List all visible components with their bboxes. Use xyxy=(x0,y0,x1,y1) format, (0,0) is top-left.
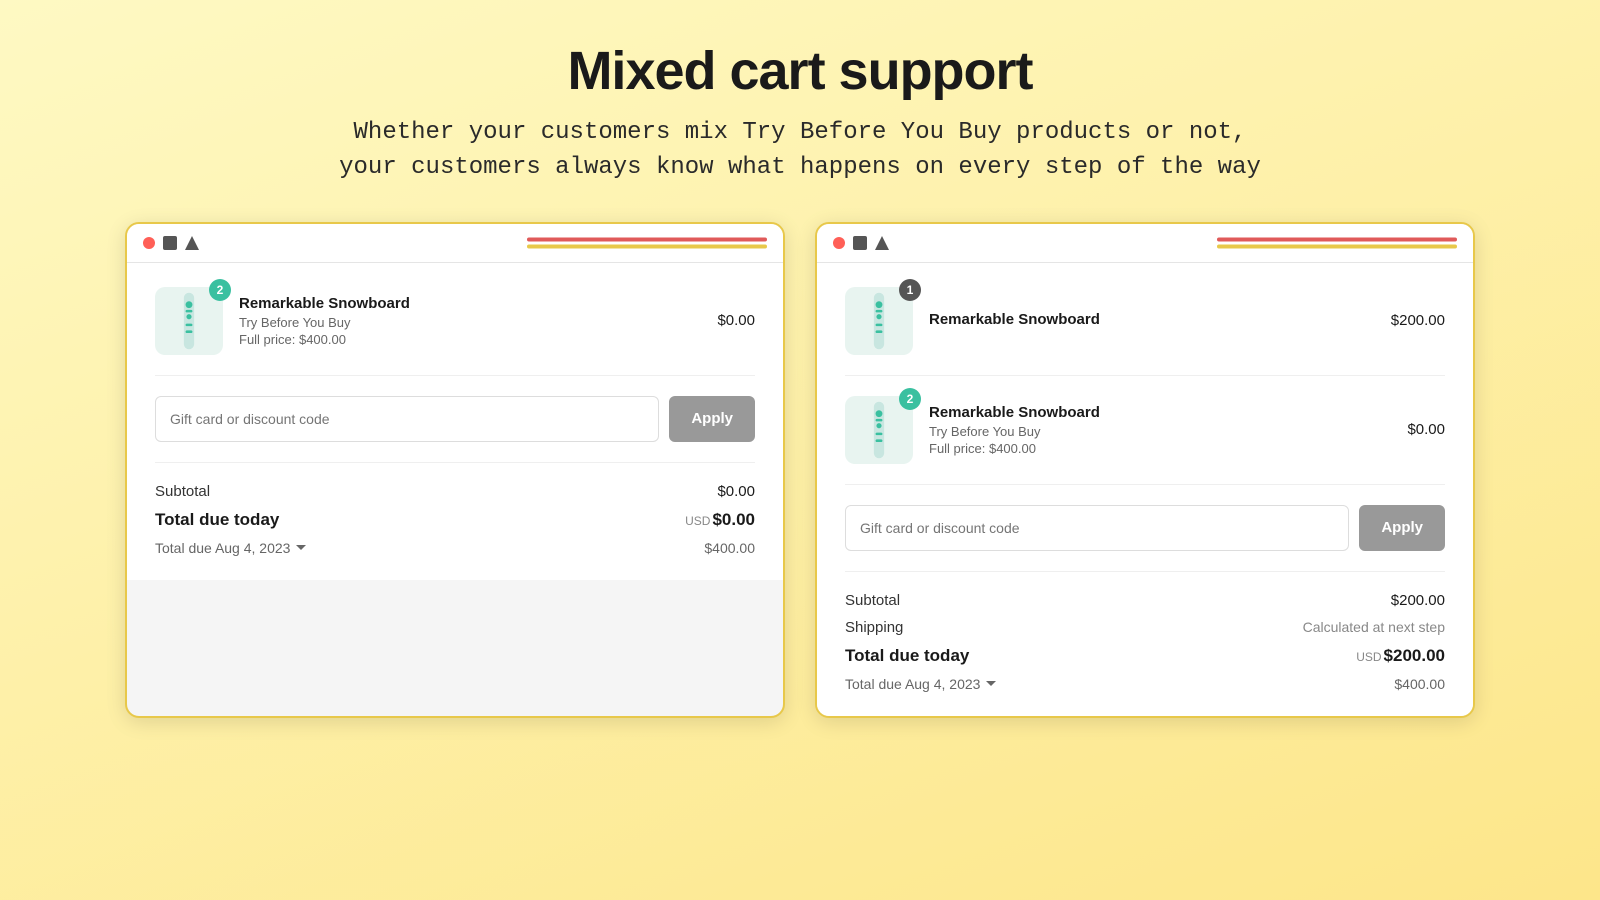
summary-shipping-row-right: Shipping Calculated at next step xyxy=(845,619,1445,636)
summary-subtotal-row-left: Subtotal $0.00 xyxy=(155,483,755,500)
product-name-right-2: Remarkable Snowboard xyxy=(929,404,1391,421)
discount-row-left: Apply xyxy=(155,396,755,463)
panel-body-left: 2 Remarkable Snowboard Try Before You Bu… xyxy=(127,263,783,580)
subtotal-label-right: Subtotal xyxy=(845,592,900,609)
subtitle-line2: your customers always know what happens … xyxy=(339,154,1261,181)
titlebar-lines-right xyxy=(1217,237,1457,248)
summary-rows-left: Subtotal $0.00 Total due today USD$0.00 … xyxy=(155,483,755,556)
snowboard-icon-left-1 xyxy=(169,291,209,351)
page-title: Mixed cart support xyxy=(339,40,1261,102)
summary-rows-right: Subtotal $200.00 Shipping Calculated at … xyxy=(845,592,1445,692)
shipping-value-right: Calculated at next step xyxy=(1303,619,1445,635)
subtotal-value-right: $200.00 xyxy=(1391,592,1445,609)
dot-square-left xyxy=(163,236,177,250)
apply-button-left[interactable]: Apply xyxy=(669,396,755,442)
snowboard-icon-right-2 xyxy=(859,400,899,460)
titlebar-bar-red-left xyxy=(527,237,767,241)
dot-red-left xyxy=(143,237,155,249)
summary-total-row-left: Total due today USD$0.00 xyxy=(155,510,755,530)
product-badge-right-2: 2 xyxy=(899,388,921,410)
due-later-label-right: Total due Aug 4, 2023 xyxy=(845,676,996,692)
product-info-right-2: Remarkable Snowboard Try Before You Buy … xyxy=(929,404,1391,456)
subtotal-value-left: $0.00 xyxy=(717,483,755,500)
titlebar-bar-yellow-right xyxy=(1217,244,1457,248)
snowboard-icon-right-1 xyxy=(859,291,899,351)
product-price-right-2: $0.00 xyxy=(1407,421,1445,438)
product-row-right-2: 2 Remarkable Snowboard Try Before You Bu… xyxy=(845,396,1445,485)
product-row-right-1: 1 Remarkable Snowboard $200.00 xyxy=(845,287,1445,376)
due-later-value-left: $400.00 xyxy=(704,540,755,556)
summary-due-row-left: Total due Aug 4, 2023 $400.00 xyxy=(155,540,755,556)
total-today-label-left: Total due today xyxy=(155,510,279,530)
titlebar-lines-left xyxy=(527,237,767,248)
panel-left: 2 Remarkable Snowboard Try Before You Bu… xyxy=(125,222,785,718)
usd-prefix-right: USD xyxy=(1356,650,1381,664)
chevron-down-icon-left xyxy=(296,545,306,550)
panel-titlebar-left xyxy=(127,224,783,263)
subtitle-line1: Whether your customers mix Try Before Yo… xyxy=(354,119,1247,146)
product-image-wrapper-right-1: 1 xyxy=(845,287,913,355)
summary-due-row-right: Total due Aug 4, 2023 $400.00 xyxy=(845,676,1445,692)
product-badge-right-1: 1 xyxy=(899,279,921,301)
summary-total-row-right: Total due today USD$200.00 xyxy=(845,646,1445,666)
apply-button-right[interactable]: Apply xyxy=(1359,505,1445,551)
discount-input-right[interactable] xyxy=(845,505,1349,551)
discount-input-left[interactable] xyxy=(155,396,659,442)
dot-square-right xyxy=(853,236,867,250)
panel-right: 1 Remarkable Snowboard $200.00 xyxy=(815,222,1475,718)
dot-red-right xyxy=(833,237,845,249)
summary-subtotal-row-right: Subtotal $200.00 xyxy=(845,592,1445,609)
total-today-value-left: USD$0.00 xyxy=(685,510,755,530)
product-price-left-1: $0.00 xyxy=(717,312,755,329)
product-info-left-1: Remarkable Snowboard Try Before You Buy … xyxy=(239,295,701,347)
product-badge-left-1: 2 xyxy=(209,279,231,301)
dot-triangle-left xyxy=(185,236,199,250)
total-today-value-right: USD$200.00 xyxy=(1356,646,1445,666)
dot-triangle-right xyxy=(875,236,889,250)
product-tag-left-1: Try Before You Buy xyxy=(239,315,701,330)
panels-container: 2 Remarkable Snowboard Try Before You Bu… xyxy=(100,222,1500,718)
product-name-right-1: Remarkable Snowboard xyxy=(929,311,1375,328)
panel-titlebar-right xyxy=(817,224,1473,263)
product-price-right-1: $200.00 xyxy=(1391,312,1445,329)
subtitle: Whether your customers mix Try Before Yo… xyxy=(339,116,1261,186)
chevron-down-icon-right xyxy=(986,681,996,686)
product-name-left-1: Remarkable Snowboard xyxy=(239,295,701,312)
product-row-left-1: 2 Remarkable Snowboard Try Before You Bu… xyxy=(155,287,755,376)
product-full-price-right-2: Full price: $400.00 xyxy=(929,441,1391,456)
total-today-label-right: Total due today xyxy=(845,646,969,666)
due-later-value-right: $400.00 xyxy=(1394,676,1445,692)
usd-prefix-left: USD xyxy=(685,514,710,528)
product-image-wrapper-left-1: 2 xyxy=(155,287,223,355)
shipping-label-right: Shipping xyxy=(845,619,903,636)
titlebar-bar-yellow-left xyxy=(527,244,767,248)
subtotal-label-left: Subtotal xyxy=(155,483,210,500)
due-later-label-left: Total due Aug 4, 2023 xyxy=(155,540,306,556)
panel-body-right: 1 Remarkable Snowboard $200.00 xyxy=(817,263,1473,716)
product-full-price-left-1: Full price: $400.00 xyxy=(239,332,701,347)
discount-row-right: Apply xyxy=(845,505,1445,572)
product-info-right-1: Remarkable Snowboard xyxy=(929,311,1375,331)
product-image-wrapper-right-2: 2 xyxy=(845,396,913,464)
product-tag-right-2: Try Before You Buy xyxy=(929,424,1391,439)
titlebar-bar-red-right xyxy=(1217,237,1457,241)
header-section: Mixed cart support Whether your customer… xyxy=(339,40,1261,186)
